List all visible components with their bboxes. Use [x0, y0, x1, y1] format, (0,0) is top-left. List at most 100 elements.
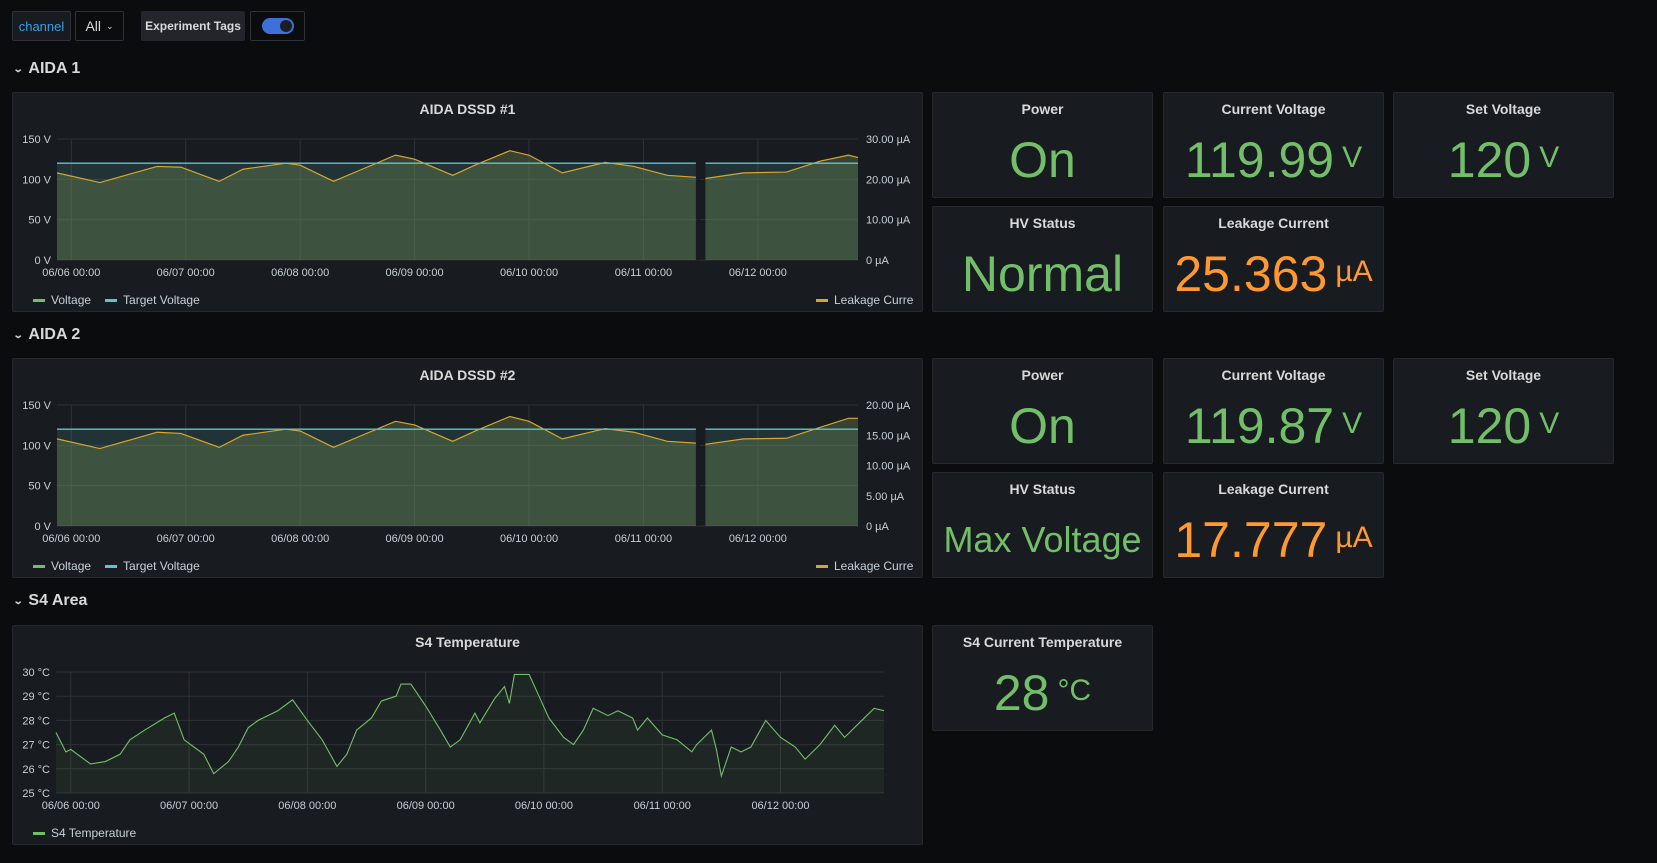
stat-value: 120: [1447, 132, 1532, 188]
y2-tick-label: 15.00 µA: [866, 430, 911, 442]
y-tick-label: 28 °C: [22, 715, 50, 727]
stat-unit: µA: [1335, 521, 1373, 554]
stat-value-wrap: On: [933, 123, 1152, 197]
y2-tick-label: 30.00 µA: [866, 134, 911, 146]
toggle-knob: [279, 20, 292, 32]
stat-title[interactable]: Leakage Current: [1164, 215, 1383, 231]
x-tick-label: 06/09 00:00: [386, 267, 444, 279]
x-tick-label: 06/09 00:00: [386, 533, 444, 545]
stat-title[interactable]: HV Status: [933, 481, 1152, 497]
chevron-down-icon: ⌄: [12, 595, 24, 607]
row-title: AIDA 1: [28, 60, 81, 77]
stat-value: 119.99: [1184, 132, 1335, 188]
legend-s4-temperature[interactable]: S4 Temperature: [51, 826, 136, 840]
stat-value: Max Voltage: [943, 519, 1142, 560]
legend: Voltage Target Voltage: [33, 559, 200, 573]
stat-value-wrap: Normal: [933, 237, 1152, 311]
legend-voltage[interactable]: Voltage: [51, 293, 91, 307]
stat-unit: V: [1342, 407, 1363, 440]
legend-right: Leakage Current: [816, 293, 914, 307]
y2-tick-label: 0 µA: [866, 255, 890, 267]
legend-swatch: [33, 298, 45, 302]
legend-target-voltage[interactable]: Target Voltage: [123, 559, 200, 573]
legend-voltage[interactable]: Voltage: [51, 559, 91, 573]
stat-panel-power: Power On: [932, 358, 1153, 464]
chevron-down-icon: ⌄: [106, 20, 114, 31]
stat-panel-hv-status: HV Status Max Voltage: [932, 472, 1153, 578]
x-tick-label: 06/11 00:00: [615, 533, 672, 545]
x-tick-label: 06/10 00:00: [500, 533, 558, 545]
y2-tick-label: 20.00 µA: [866, 174, 911, 186]
stat-value: On: [1009, 398, 1076, 454]
chart-svg: 25 °C 26 °C 27 °C 28 °C 29 °C 30 °C 06/06 00:0…: [22, 667, 885, 812]
x-tick-label: 06/07 00:00: [160, 800, 218, 812]
row-aida-2[interactable]: ⌄ AIDA 2: [12, 326, 81, 344]
stat-unit: °C: [1057, 674, 1092, 707]
experiment-tags-toggle[interactable]: [261, 18, 294, 34]
stat-title[interactable]: S4 Current Temperature: [933, 634, 1152, 650]
chart-panel-aida-dssd-2: AIDA DSSD #2 0 V 50 V 100 V 150 V0 µA 5.00 µ…: [12, 358, 923, 578]
stat-value: 25.363: [1174, 246, 1328, 302]
experiment-tags-toggle-box: [250, 11, 305, 41]
x-tick-label: 06/12 00:00: [751, 800, 809, 812]
stat-title[interactable]: Set Voltage: [1394, 101, 1613, 117]
channel-select-value: All: [85, 18, 101, 34]
y-tick-label: 100 V: [22, 174, 51, 186]
stat-value-wrap: 28 °C: [933, 656, 1152, 730]
channel-select[interactable]: All ⌄: [75, 11, 124, 41]
stat-value-wrap: 119.99 V: [1164, 123, 1383, 197]
y2-tick-label: 10.00 µA: [866, 461, 911, 473]
stat-panel-s4-current-temperature: S4 Current Temperature 28 °C: [932, 625, 1153, 731]
stat-panel-set-voltage: Set Voltage 120 V: [1393, 358, 1614, 464]
row-s4-area[interactable]: ⌄ S4 Area: [12, 592, 88, 610]
legend-target-voltage[interactable]: Target Voltage: [123, 293, 200, 307]
legend-swatch: [105, 564, 118, 568]
stat-title[interactable]: Leakage Current: [1164, 481, 1383, 497]
x-tick-label: 06/11 00:00: [615, 267, 672, 279]
stat-value: On: [1009, 132, 1076, 188]
legend: Voltage Target Voltage: [33, 293, 200, 307]
chart-svg: 0 V 50 V 100 V 150 V 0 µA 10.00 µA 20.00 µA 30.…: [22, 134, 911, 279]
x-tick-label: 06/08 00:00: [278, 800, 336, 812]
stat-title[interactable]: Current Voltage: [1164, 101, 1383, 117]
x-tick-label: 06/06 00:00: [42, 267, 100, 279]
stat-panel-power: Power On: [932, 92, 1153, 198]
stat-title[interactable]: Set Voltage: [1394, 367, 1613, 383]
x-tick-label: 06/10 00:00: [515, 800, 573, 812]
x-tick-label: 06/12 00:00: [729, 533, 787, 545]
x-tick-label: 06/07 00:00: [157, 267, 215, 279]
y-tick-label: 0 V: [34, 255, 51, 267]
variable-label-text: channel: [18, 18, 65, 34]
legend-leakage-current[interactable]: Leakage Current: [834, 293, 914, 307]
y2-tick-label: 20.00 µA: [866, 400, 911, 412]
row-title: AIDA 2: [28, 326, 81, 343]
legend-leakage-current[interactable]: Leakage Current: [834, 559, 914, 573]
stat-value-wrap: 120 V: [1394, 389, 1613, 463]
y-tick-label: 30 °C: [22, 667, 50, 679]
chevron-down-icon: ⌄: [12, 329, 24, 341]
stat-value-wrap: 120 V: [1394, 123, 1613, 197]
y2-tick-label: 0 µA: [866, 521, 890, 533]
legend-right: Leakage Current: [816, 559, 914, 573]
stat-unit: V: [1342, 141, 1363, 174]
x-tick-label: 06/09 00:00: [397, 800, 455, 812]
legend-swatch: [816, 298, 828, 302]
temperature-area: [56, 674, 884, 793]
y-tick-label: 150 V: [22, 134, 51, 146]
y-tick-label: 150 V: [22, 400, 51, 412]
chart-panel-aida-dssd-1: AIDA DSSD #1 0 V 50 V 100 V 150 V0 µA 10.00 …: [12, 92, 923, 312]
row-aida-1[interactable]: ⌄ AIDA 1: [13, 60, 81, 78]
x-tick-label: 06/11 00:00: [634, 800, 691, 812]
stat-panel-leakage-current: Leakage Current 25.363 µA: [1163, 206, 1384, 312]
stat-value: 119.87: [1184, 398, 1335, 454]
stat-value: 28: [993, 665, 1050, 721]
stat-title[interactable]: Power: [933, 367, 1152, 383]
experiment-tags-label: Experiment Tags: [141, 11, 245, 41]
y2-tick-label: 5.00 µA: [866, 491, 905, 503]
x-tick-label: 06/06 00:00: [42, 800, 100, 812]
y-tick-label: 25 °C: [22, 788, 50, 800]
stat-title[interactable]: Power: [933, 101, 1152, 117]
y2-tick-label: 10.00 µA: [866, 215, 911, 227]
stat-title[interactable]: Current Voltage: [1164, 367, 1383, 383]
stat-title[interactable]: HV Status: [933, 215, 1152, 231]
